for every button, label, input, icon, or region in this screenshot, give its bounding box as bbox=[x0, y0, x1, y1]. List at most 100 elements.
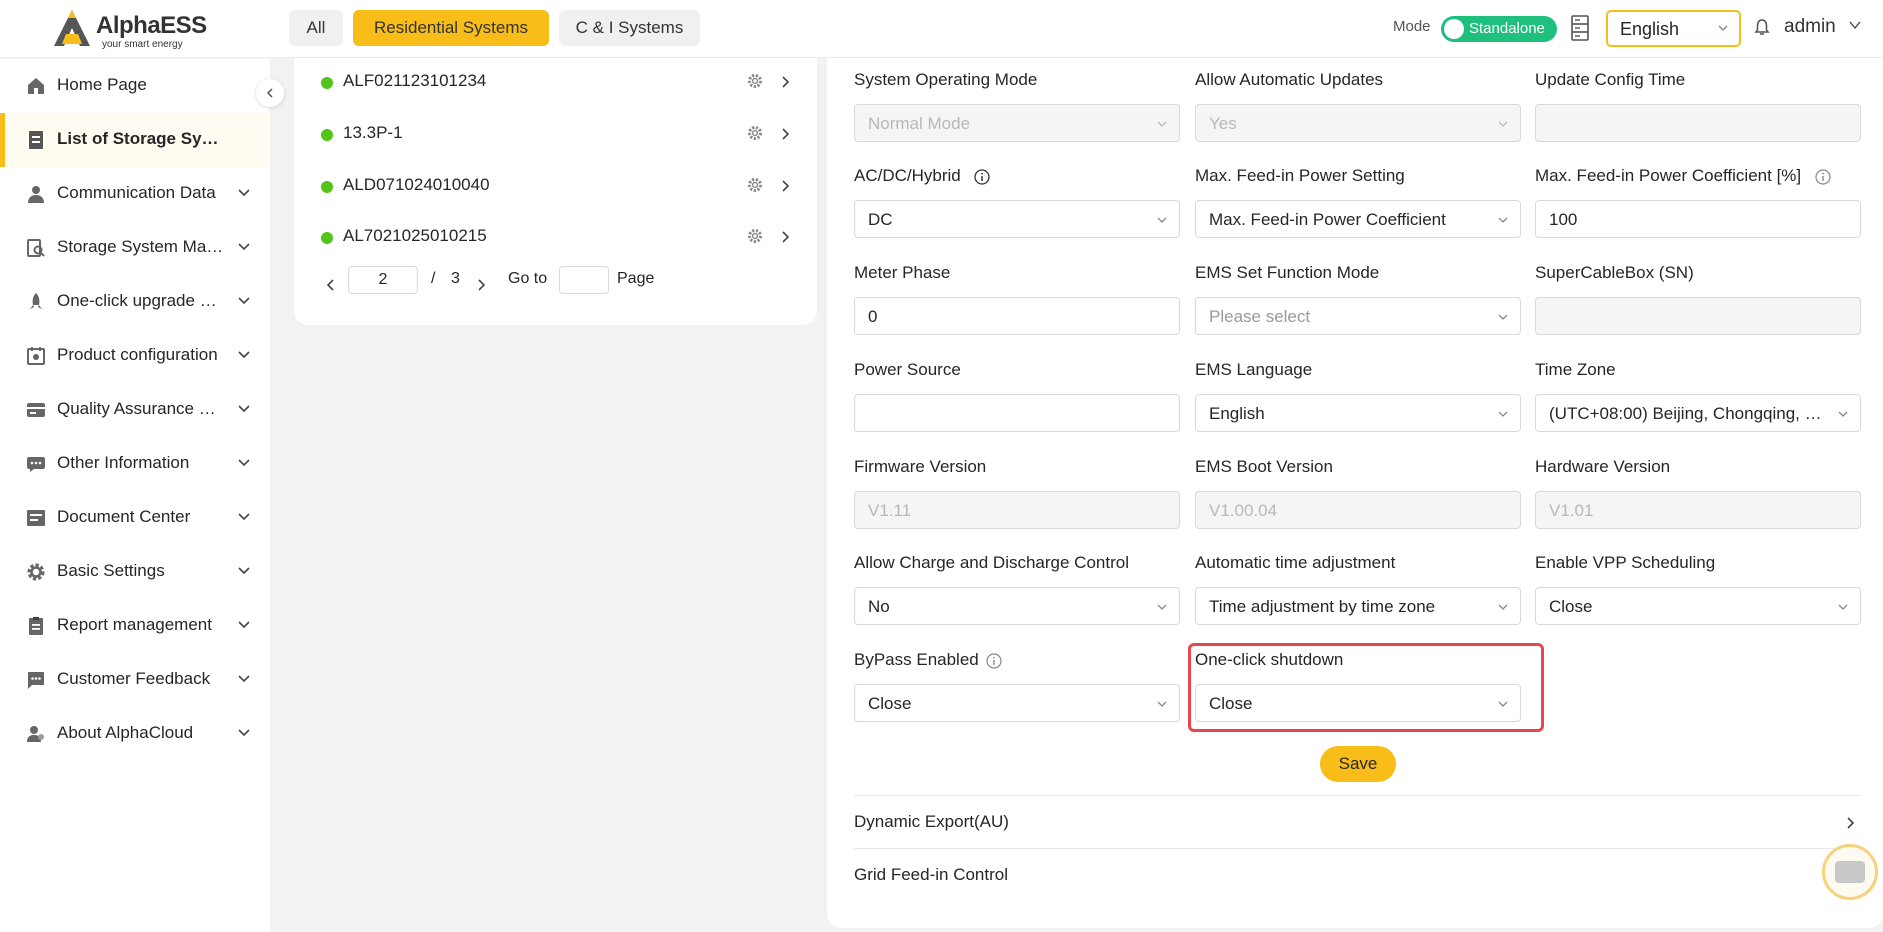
chevron-down-icon bbox=[238, 621, 250, 629]
gear-icon[interactable] bbox=[747, 177, 763, 193]
power-source-input[interactable] bbox=[854, 394, 1180, 432]
tab-all[interactable]: All bbox=[289, 10, 343, 46]
chevron-right-icon[interactable] bbox=[780, 230, 790, 244]
sidebar-item-product-configuration[interactable]: Product configuration bbox=[0, 329, 270, 383]
list-item[interactable]: ALD071024010040 bbox=[294, 162, 817, 214]
sidebar-item-storage-list[interactable]: List of Storage Systems bbox=[0, 113, 270, 167]
home-icon bbox=[28, 78, 44, 94]
field-label: AC/DC/Hybrid bbox=[854, 166, 961, 185]
sidebar-item-communication-data[interactable]: Communication Data bbox=[0, 167, 270, 221]
allow-charge-discharge-control-select[interactable]: No bbox=[854, 587, 1180, 625]
tab-residential-systems[interactable]: Residential Systems bbox=[353, 10, 549, 46]
goto-label: Go to bbox=[508, 270, 548, 287]
max-feed-in-power-setting-select[interactable]: Max. Feed-in Power Coefficient bbox=[1195, 200, 1521, 238]
list-item[interactable]: ALF021123101234 bbox=[294, 58, 817, 110]
field-label: ByPass Enabled bbox=[854, 650, 979, 669]
hardware-version-input: V1.01 bbox=[1535, 491, 1861, 529]
bypass-enabled-select[interactable]: Close bbox=[854, 684, 1180, 722]
sidebar-item-quality-assurance[interactable]: Quality Assurance Management bbox=[0, 383, 270, 437]
sidebar-item-home[interactable]: Home Page bbox=[0, 59, 270, 113]
mode-label: Mode bbox=[1393, 18, 1431, 35]
ems-language-select[interactable]: English bbox=[1195, 394, 1521, 432]
mode-toggle[interactable]: Standalone bbox=[1441, 16, 1557, 42]
alphaess-logo[interactable]: AlphaESS your smart energy bbox=[52, 8, 207, 50]
storage-systems-list: ALF021123101234 13.3P-1 ALD071024010040 … bbox=[294, 58, 817, 325]
sidebar-item-label: Communication Data bbox=[57, 183, 216, 202]
sidebar-item-report-management[interactable]: Report management bbox=[0, 599, 270, 653]
sidebar-item-label: Other Information bbox=[57, 453, 190, 472]
feedback-icon bbox=[28, 672, 44, 689]
chevron-right-icon[interactable] bbox=[476, 278, 486, 292]
chevron-down-icon bbox=[238, 675, 250, 683]
ac-dc-hybrid-select[interactable]: DC bbox=[854, 200, 1180, 238]
floating-assistant-button[interactable] bbox=[1822, 844, 1878, 900]
field-value: Normal Mode bbox=[868, 114, 971, 133]
sidebar-item-label: List of Storage Systems bbox=[57, 129, 227, 148]
chevron-down-icon bbox=[1498, 411, 1508, 417]
chevron-down-icon bbox=[238, 351, 250, 359]
list-item[interactable]: 13.3P-1 bbox=[294, 110, 817, 162]
chevron-right-icon[interactable] bbox=[780, 127, 790, 141]
field-value: (UTC+08:00) Beijing, Chongqing, Hong Kon… bbox=[1549, 404, 1827, 423]
sidebar-item-about-alphacloud[interactable]: About AlphaCloud bbox=[0, 707, 270, 761]
field-label: Max. Feed-in Power Coefficient [%] bbox=[1535, 166, 1802, 185]
sidebar-item-label: Storage System Maintenance bbox=[57, 237, 227, 256]
info-icon[interactable] bbox=[974, 169, 990, 185]
field-value: Max. Feed-in Power Coefficient bbox=[1209, 210, 1446, 229]
section-grid-feed-in-control[interactable]: Grid Feed-in Control bbox=[854, 848, 1861, 901]
bell-icon[interactable] bbox=[1754, 18, 1770, 36]
sidebar-item-customer-feedback[interactable]: Customer Feedback bbox=[0, 653, 270, 707]
max-feed-in-power-coefficient-input[interactable]: 100 bbox=[1535, 200, 1861, 238]
user-menu[interactable]: admin bbox=[1784, 16, 1836, 38]
list-item[interactable]: AL7021025010215 bbox=[294, 213, 817, 265]
card-icon bbox=[27, 403, 45, 417]
section-dynamic-export[interactable]: Dynamic Export(AU) bbox=[854, 795, 1861, 848]
sidebar-item-storage-maintenance[interactable]: Storage System Maintenance bbox=[0, 221, 270, 275]
sidebar-item-other-information[interactable]: Other Information bbox=[0, 437, 270, 491]
sidebar-item-basic-settings[interactable]: Basic Settings bbox=[0, 545, 270, 599]
chevron-down-icon bbox=[238, 243, 250, 251]
automatic-time-adjustment-select[interactable]: Time adjustment by time zone bbox=[1195, 587, 1521, 625]
system-sn: AL7021025010215 bbox=[343, 226, 487, 245]
firmware-version-input: V1.11 bbox=[854, 491, 1180, 529]
gear-icon[interactable] bbox=[747, 228, 763, 244]
field-value: No bbox=[868, 597, 890, 616]
language-select[interactable]: English bbox=[1606, 10, 1741, 47]
sidebar-item-one-click-upgrade[interactable]: One-click upgrade management bbox=[0, 275, 270, 329]
config-icon bbox=[27, 347, 45, 365]
status-dot bbox=[321, 77, 333, 89]
field-value: V1.00.04 bbox=[1209, 501, 1278, 520]
enable-vpp-scheduling-select[interactable]: Close bbox=[1535, 587, 1861, 625]
page-separator: / bbox=[431, 270, 436, 287]
gear-icon[interactable] bbox=[747, 125, 763, 141]
allow-automatic-updates-select: Yes bbox=[1195, 104, 1521, 142]
meter-phase-input[interactable]: 0 bbox=[854, 297, 1180, 335]
field-value: V1.01 bbox=[1549, 501, 1594, 520]
chevron-down-icon[interactable] bbox=[1848, 19, 1862, 31]
assistant-icon bbox=[1835, 861, 1865, 883]
supercablebox-sn-input bbox=[1535, 297, 1861, 335]
sidebar-collapse-button[interactable] bbox=[256, 79, 284, 107]
goto-page-input[interactable] bbox=[559, 266, 609, 294]
field-value: Yes bbox=[1209, 114, 1237, 133]
info-icon[interactable] bbox=[1815, 169, 1831, 185]
ems-set-function-mode-select[interactable]: Please select bbox=[1195, 297, 1521, 335]
time-zone-select[interactable]: (UTC+08:00) Beijing, Chongqing, Hong Kon… bbox=[1535, 394, 1861, 432]
chevron-left-icon[interactable] bbox=[326, 278, 336, 292]
sidebar-item-label: Quality Assurance Management bbox=[57, 399, 227, 418]
sidebar-item-label: One-click upgrade management bbox=[57, 291, 227, 310]
sidebar: Home Page List of Storage Systems Commun… bbox=[0, 59, 270, 932]
chevron-right-icon[interactable] bbox=[780, 75, 790, 89]
gear-icon[interactable] bbox=[747, 73, 763, 89]
save-button[interactable]: Save bbox=[1320, 746, 1396, 782]
sidebar-item-document-center[interactable]: Document Center bbox=[0, 491, 270, 545]
chevron-down-icon bbox=[1498, 604, 1508, 610]
server-icon[interactable] bbox=[1571, 15, 1589, 41]
field-value: Close bbox=[1549, 597, 1593, 616]
chevron-down-icon bbox=[1498, 217, 1508, 223]
chevron-down-icon bbox=[1157, 604, 1167, 610]
current-page-input[interactable]: 2 bbox=[348, 266, 418, 294]
chevron-right-icon[interactable] bbox=[780, 179, 790, 193]
info-icon[interactable] bbox=[986, 653, 1002, 669]
tab-ci-systems[interactable]: C & I Systems bbox=[559, 10, 700, 46]
